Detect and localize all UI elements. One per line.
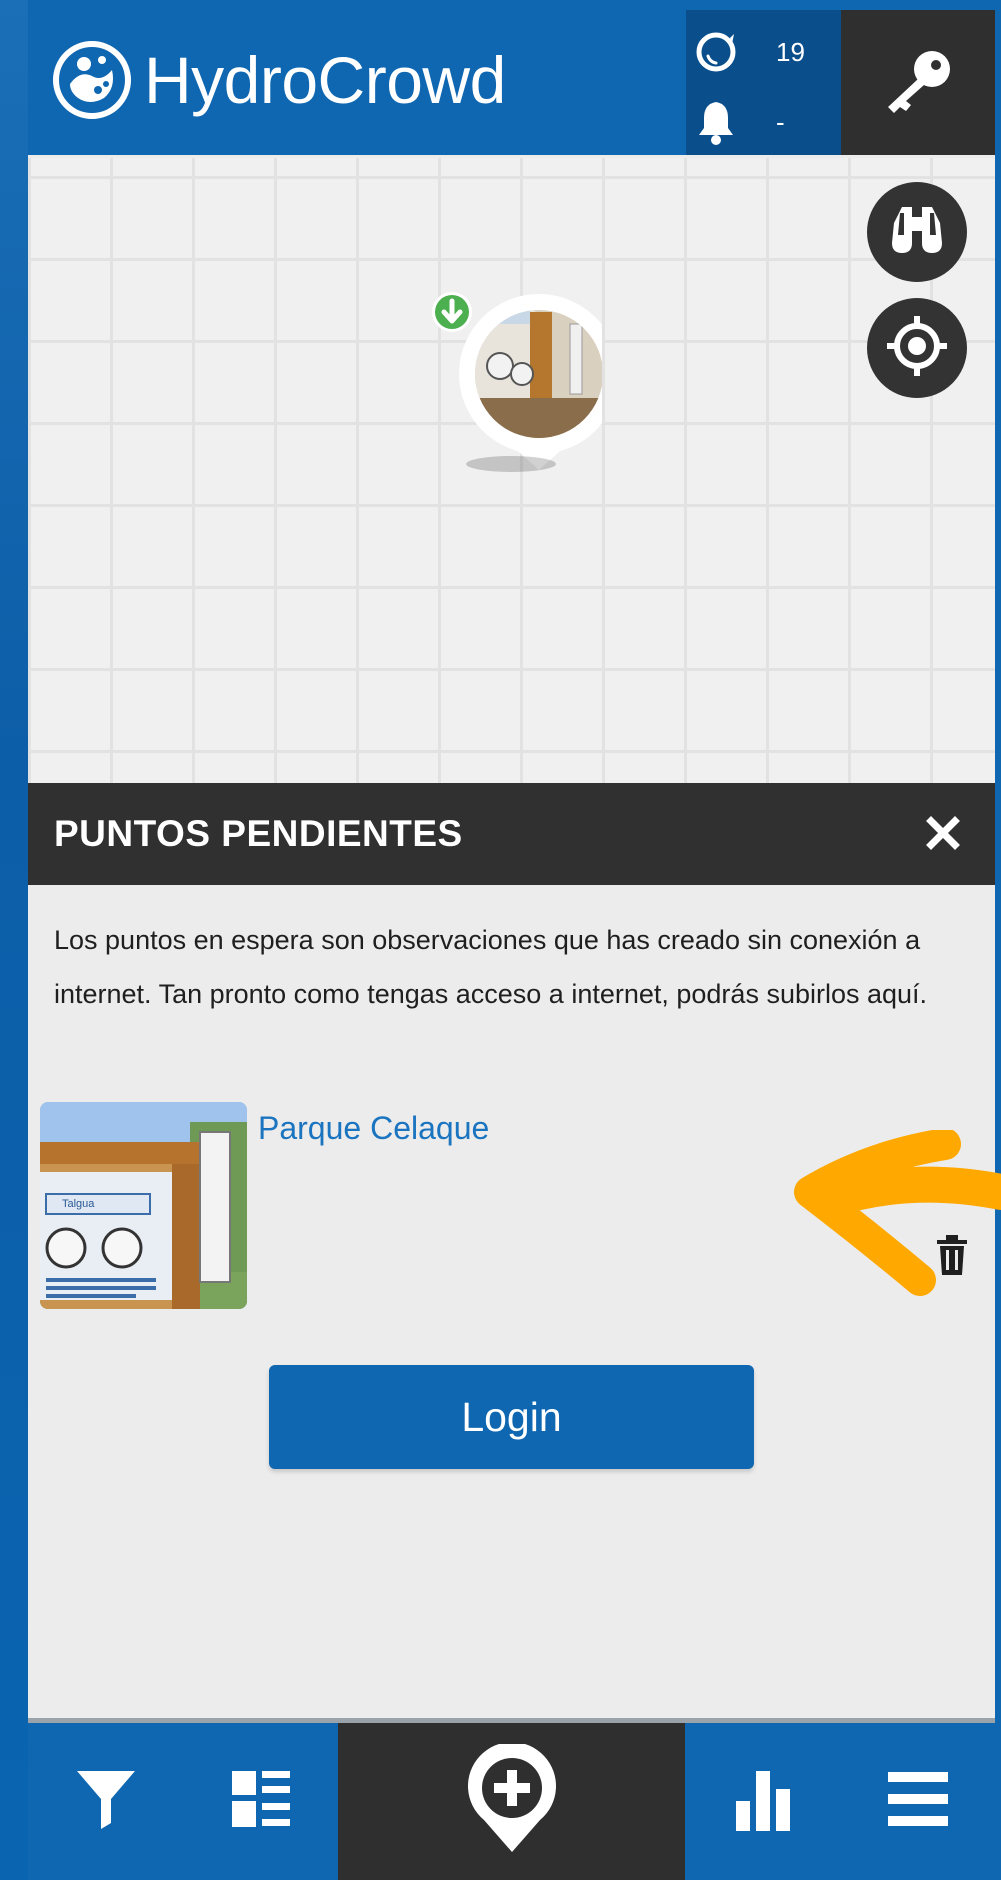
list-icon bbox=[230, 1769, 292, 1834]
pending-panel-body: Los puntos en espera son observaciones q… bbox=[28, 885, 995, 1720]
panel-description: Los puntos en espera son observaciones q… bbox=[54, 925, 928, 1009]
menu-button[interactable] bbox=[840, 1723, 995, 1880]
key-icon bbox=[878, 45, 958, 120]
app-name: HydroCrowd bbox=[144, 43, 506, 117]
crosshair-icon bbox=[885, 314, 949, 383]
bottom-nav bbox=[28, 1723, 995, 1880]
map-area[interactable] bbox=[28, 158, 995, 783]
app-screen: HydroCrowd 19 - PUNTOS PENDIENTES Los pu… bbox=[28, 0, 995, 1880]
marker-shadow bbox=[466, 456, 556, 472]
list-view-button[interactable] bbox=[183, 1723, 338, 1880]
menu-icon bbox=[886, 1770, 950, 1833]
app-header: HydroCrowd 19 - bbox=[28, 0, 995, 155]
pending-panel-header: PUNTOS PENDIENTES bbox=[28, 783, 995, 885]
background-strip bbox=[0, 0, 28, 1880]
bar-chart-icon bbox=[732, 1767, 794, 1836]
pending-item-thumbnail[interactable]: Talgua bbox=[40, 1102, 247, 1309]
pending-item-title[interactable]: Parque Celaque bbox=[258, 1110, 489, 1147]
add-location-icon bbox=[464, 1742, 560, 1859]
hydrocrowd-logo-icon bbox=[52, 40, 132, 120]
close-icon[interactable] bbox=[921, 811, 965, 855]
annotation-arrow bbox=[760, 1128, 1001, 1300]
water-drop-icon bbox=[686, 22, 746, 82]
login-key-button[interactable] bbox=[841, 10, 995, 155]
download-arrow-icon bbox=[430, 290, 474, 339]
explore-button[interactable] bbox=[867, 182, 967, 282]
thumbnail-sign-text: Talgua bbox=[62, 1198, 95, 1210]
locate-me-button[interactable] bbox=[867, 298, 967, 398]
add-point-button[interactable] bbox=[338, 1723, 685, 1880]
filter-button[interactable] bbox=[28, 1723, 183, 1880]
pending-point-marker[interactable] bbox=[430, 290, 619, 480]
panel-title: PUNTOS PENDIENTES bbox=[54, 813, 463, 854]
notifications-stat[interactable]: - bbox=[686, 92, 841, 152]
observations-stat[interactable]: 19 bbox=[686, 22, 841, 82]
binoculars-icon bbox=[888, 203, 946, 262]
notifications-count: - bbox=[776, 106, 785, 137]
observations-count: 19 bbox=[776, 36, 805, 67]
statistics-button[interactable] bbox=[685, 1723, 840, 1880]
brand[interactable]: HydroCrowd bbox=[52, 30, 506, 130]
filter-icon bbox=[75, 1767, 137, 1836]
stats-panel: 19 - bbox=[686, 10, 841, 155]
login-button[interactable]: Login bbox=[269, 1365, 754, 1469]
bell-icon bbox=[686, 92, 746, 152]
